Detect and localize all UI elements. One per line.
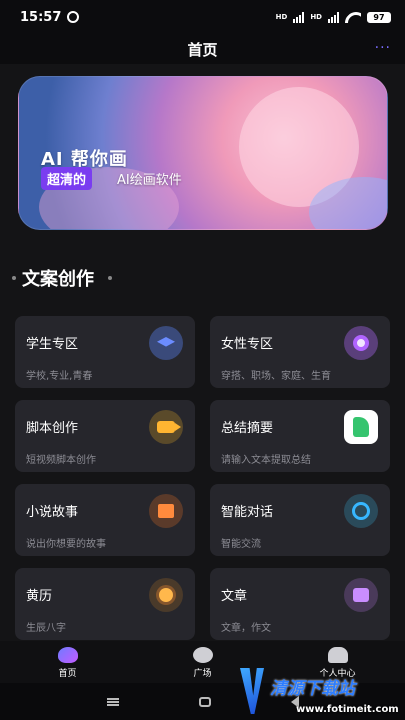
watermark-logo-icon (240, 668, 264, 714)
card-title: 黄历 (26, 589, 53, 604)
status-icons: HD HD 97 (275, 11, 391, 23)
banner-subtitle: AI绘画软件 (117, 173, 182, 188)
video-camera-icon (149, 410, 183, 444)
card-subtitle: 文章，作文 (221, 623, 271, 634)
signal-icon-1 (293, 11, 305, 23)
card-subtitle: 短视频脚本创作 (26, 455, 96, 466)
more-menu-icon[interactable]: ··· (375, 40, 391, 56)
ai-drawing-banner[interactable]: AI 帮你画 超清的 AI绘画软件 (18, 76, 388, 230)
tab-home[interactable]: 首页 (0, 641, 135, 683)
card-title: 女性专区 (221, 337, 274, 352)
home-button[interactable] (198, 696, 211, 707)
watermark-url: www.fotimeit.com (296, 704, 399, 715)
tab-label: 首页 (58, 669, 77, 679)
graduation-cap-icon (149, 326, 183, 360)
banner-tag: 超清的 (41, 167, 93, 190)
tab-label: 广场 (193, 669, 212, 679)
card-novel-story[interactable]: 小说故事 说出你想要的故事 (15, 484, 195, 556)
section-dot-left (12, 276, 16, 280)
card-title: 小说故事 (26, 505, 79, 520)
document-icon (344, 578, 378, 612)
card-subtitle: 生辰八字 (26, 623, 66, 634)
book-icon (149, 494, 183, 528)
card-summary[interactable]: 总结摘要 请输入文本提取总结 (210, 400, 390, 472)
status-bar: 15:57 HD HD 97 (0, 0, 405, 34)
card-title: 总结摘要 (221, 421, 274, 436)
signal-icon-2 (328, 11, 339, 23)
recent-apps-button[interactable] (106, 697, 119, 706)
palette-icon (192, 647, 213, 663)
alarm-icon (67, 11, 80, 23)
sun-icon (149, 578, 183, 612)
ring-icon (344, 326, 378, 360)
status-time: 15:57 (20, 9, 62, 25)
card-subtitle: 说出你想要的故事 (26, 539, 106, 550)
site-watermark: 清源下载站 www.fotimeit.com (236, 666, 399, 718)
card-title: 学生专区 (26, 337, 79, 352)
card-title: 智能对话 (221, 505, 274, 520)
card-subtitle: 学校,专业,青春 (26, 371, 93, 382)
home-icon (57, 647, 78, 663)
person-icon (327, 647, 348, 663)
leaf-icon (344, 410, 378, 444)
card-title: 脚本创作 (26, 421, 79, 436)
chat-icon (344, 494, 378, 528)
signal-label-2: HD (310, 13, 322, 21)
card-smart-chat[interactable]: 智能对话 智能交流 (210, 484, 390, 556)
card-subtitle: 穿搭、职场、家庭、生育 (221, 371, 331, 382)
top-header: 首页 ··· (0, 34, 405, 64)
card-subtitle: 请输入文本提取总结 (221, 455, 311, 466)
signal-label-1: HD (275, 13, 288, 21)
battery-icon: 97 (367, 11, 391, 23)
section-title: 文案创作 (22, 269, 94, 290)
card-script-writing[interactable]: 脚本创作 短视频脚本创作 (15, 400, 195, 472)
card-title: 文章 (221, 589, 248, 604)
card-subtitle: 智能交流 (221, 539, 261, 550)
card-student-zone[interactable]: 学生专区 学校,专业,青春 (15, 316, 195, 388)
card-women-zone[interactable]: 女性专区 穿搭、职场、家庭、生育 (210, 316, 390, 388)
page-title: 首页 (187, 40, 218, 59)
section-dot-right (108, 276, 112, 280)
watermark-text: 清源下载站 (270, 679, 355, 699)
card-almanac[interactable]: 黄历 生辰八字 (15, 568, 195, 640)
wifi-icon (345, 12, 361, 23)
card-article[interactable]: 文章 文章，作文 (210, 568, 390, 640)
